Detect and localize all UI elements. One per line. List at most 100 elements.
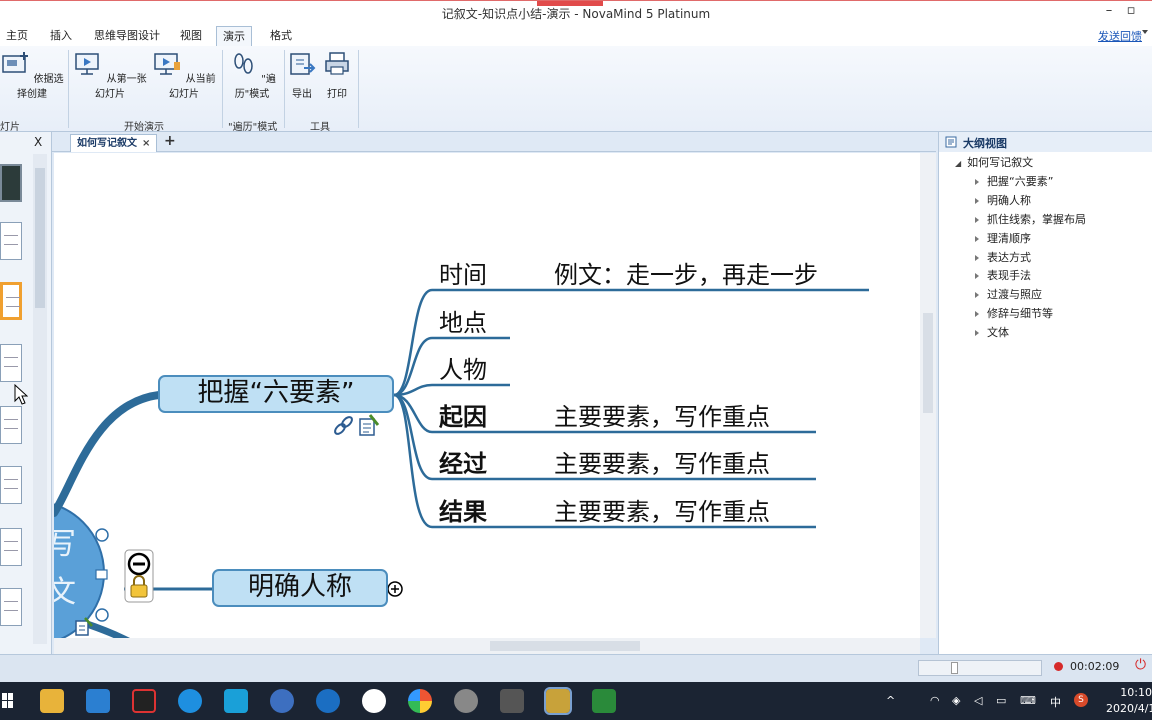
minimize-button[interactable]: – xyxy=(1098,3,1120,18)
media-app-icon[interactable] xyxy=(500,689,524,713)
document-tab-close-icon[interactable]: × xyxy=(142,138,150,149)
create-from-selection-button[interactable]: 依据选择创建 xyxy=(0,50,64,100)
feedback-link[interactable]: 发送回馈 xyxy=(1098,28,1142,44)
topic-six-elements[interactable]: 把握“六要素” xyxy=(158,375,394,413)
l-app-icon[interactable] xyxy=(224,689,248,713)
slide-thumbnail[interactable] xyxy=(0,164,22,202)
branch-process[interactable]: 经过 xyxy=(439,450,487,478)
outline-item[interactable]: 抓住线索，掌握布局 xyxy=(975,211,1086,227)
expand-triangle-icon[interactable] xyxy=(975,198,979,204)
node-handle[interactable] xyxy=(95,569,108,580)
browser-icon[interactable] xyxy=(178,689,202,713)
branch-time-note[interactable]: 例文：走一步，再走一步 xyxy=(554,261,818,289)
tab-view[interactable]: 视图 xyxy=(174,26,208,46)
from-current-slide-button[interactable]: 从当前幻灯片 xyxy=(152,50,216,100)
tab-format[interactable]: 格式 xyxy=(264,26,298,46)
canvas-vertical-scrollbar[interactable] xyxy=(920,153,936,638)
outline-item[interactable]: 过渡与照应 xyxy=(975,286,1042,302)
zoom-slider-handle[interactable] xyxy=(951,662,958,674)
outline-item[interactable]: 文体 xyxy=(975,324,1009,340)
colorful-app-icon[interactable] xyxy=(408,689,432,713)
branch-cause[interactable]: 起因 xyxy=(439,403,487,431)
collapse-triangle-icon[interactable]: ◢ xyxy=(955,159,961,168)
outline-item[interactable]: 表现手法 xyxy=(975,267,1031,283)
tab-home[interactable]: 主页 xyxy=(0,26,34,46)
window-title: 记叙文-知识点小结-演示 - NovaMind 5 Platinum xyxy=(441,7,711,21)
expand-triangle-icon[interactable] xyxy=(975,255,979,261)
shield-icon[interactable]: ◈ xyxy=(952,694,960,707)
outline-item[interactable]: 明确人称 xyxy=(975,192,1031,208)
zoom-slider[interactable] xyxy=(918,660,1042,676)
slide-thumbnail-selected[interactable] xyxy=(0,282,22,320)
battery-icon[interactable]: ▭ xyxy=(996,694,1006,707)
expand-triangle-icon[interactable] xyxy=(975,179,979,185)
note-icon[interactable] xyxy=(359,414,380,436)
node-handle[interactable] xyxy=(95,608,109,622)
canvas-horizontal-scrollbar[interactable] xyxy=(54,638,920,654)
document-tab[interactable]: 如何写记叙文 × xyxy=(70,134,158,152)
input-language[interactable]: 中 xyxy=(1050,694,1061,710)
branch-cause-note[interactable]: 主要要素，写作重点 xyxy=(554,403,770,431)
outline-item[interactable]: 修辞与细节等 xyxy=(975,305,1053,321)
mouse-cursor-icon xyxy=(14,384,28,405)
volume-icon[interactable]: ◁ xyxy=(974,694,982,707)
edge-icon[interactable] xyxy=(316,689,340,713)
tab-insert[interactable]: 插入 xyxy=(44,26,78,46)
ime-icon[interactable]: S xyxy=(1074,693,1088,707)
slide-thumbnail[interactable] xyxy=(0,588,22,626)
tab-mindmap-design[interactable]: 思维导图设计 xyxy=(88,26,166,46)
slide-thumbnail[interactable] xyxy=(0,222,22,260)
s-app-icon[interactable] xyxy=(270,689,294,713)
expand-triangle-icon[interactable] xyxy=(975,330,979,336)
tab-presentation[interactable]: 演示 xyxy=(216,26,252,46)
expand-triangle-icon[interactable] xyxy=(975,217,979,223)
branch-result[interactable]: 结果 xyxy=(439,498,487,526)
node-handle[interactable] xyxy=(95,528,109,542)
ribbon-collapse-caret-icon[interactable] xyxy=(1142,30,1148,34)
file-explorer-icon[interactable] xyxy=(40,689,64,713)
traverse-mode-button[interactable]: "遍历"模式 xyxy=(226,50,278,100)
branch-result-note[interactable]: 主要要素，写作重点 xyxy=(554,498,770,526)
branch-time[interactable]: 时间 xyxy=(439,261,487,289)
recorder-icon[interactable] xyxy=(362,689,386,713)
slide-thumbnail[interactable] xyxy=(0,466,22,504)
slide-thumbnail[interactable] xyxy=(0,528,22,566)
slide-thumbnail[interactable] xyxy=(0,344,22,382)
slides-scrollbar[interactable] xyxy=(33,154,47,644)
expand-triangle-icon[interactable] xyxy=(975,236,979,242)
expand-plus-icon[interactable] xyxy=(387,581,403,597)
branch-process-note[interactable]: 主要要素，写作重点 xyxy=(554,450,770,478)
link-icon[interactable] xyxy=(333,415,353,435)
globe-app-icon[interactable] xyxy=(454,689,478,713)
export-button[interactable]: 导出 xyxy=(288,50,316,100)
branch-place[interactable]: 地点 xyxy=(439,309,487,337)
c-app-icon[interactable] xyxy=(592,689,616,713)
add-tab-button[interactable]: + xyxy=(164,133,176,149)
windows-start-icon[interactable] xyxy=(2,693,14,709)
keyboard-icon[interactable]: ⌨ xyxy=(1020,694,1036,707)
outline-item[interactable]: 表达方式 xyxy=(975,249,1031,265)
print-button[interactable]: 打印 xyxy=(322,50,352,100)
clock[interactable]: 10:10 2020/4/1 xyxy=(1106,685,1152,717)
tray-expand-icon[interactable]: ^ xyxy=(886,694,895,707)
slides-pane-close-button[interactable]: X xyxy=(34,135,42,149)
branch-people[interactable]: 人物 xyxy=(439,356,487,384)
qq-icon[interactable] xyxy=(132,689,156,713)
from-first-slide-button[interactable]: 从第一张幻灯片 xyxy=(72,50,148,100)
group-label-tools: 工具 xyxy=(310,122,330,133)
maximize-button[interactable]: ▫ xyxy=(1120,3,1142,18)
slide-thumbnail[interactable] xyxy=(0,406,22,444)
outline-item[interactable]: 理清顺序 xyxy=(975,230,1031,246)
wifi-icon[interactable]: ◠ xyxy=(930,694,940,707)
mail-icon[interactable] xyxy=(86,689,110,713)
expand-triangle-icon[interactable] xyxy=(975,311,979,317)
novamind-icon[interactable] xyxy=(544,687,572,715)
mindmap-canvas[interactable]: 写 文 把握“六要素” 明确人称 时间 例文：走一步，再走一步 地点 人物 起因… xyxy=(54,153,920,638)
expand-triangle-icon[interactable] xyxy=(975,292,979,298)
expand-triangle-icon[interactable] xyxy=(975,273,979,279)
outline-root[interactable]: ◢ 如何写记叙文 xyxy=(955,154,1033,170)
topic-person[interactable]: 明确人称 xyxy=(212,569,388,607)
outline-title: 大纲视图 xyxy=(939,132,1152,152)
power-icon[interactable]: ⏻ xyxy=(1135,657,1146,673)
outline-item[interactable]: 把握“六要素” xyxy=(975,173,1053,189)
